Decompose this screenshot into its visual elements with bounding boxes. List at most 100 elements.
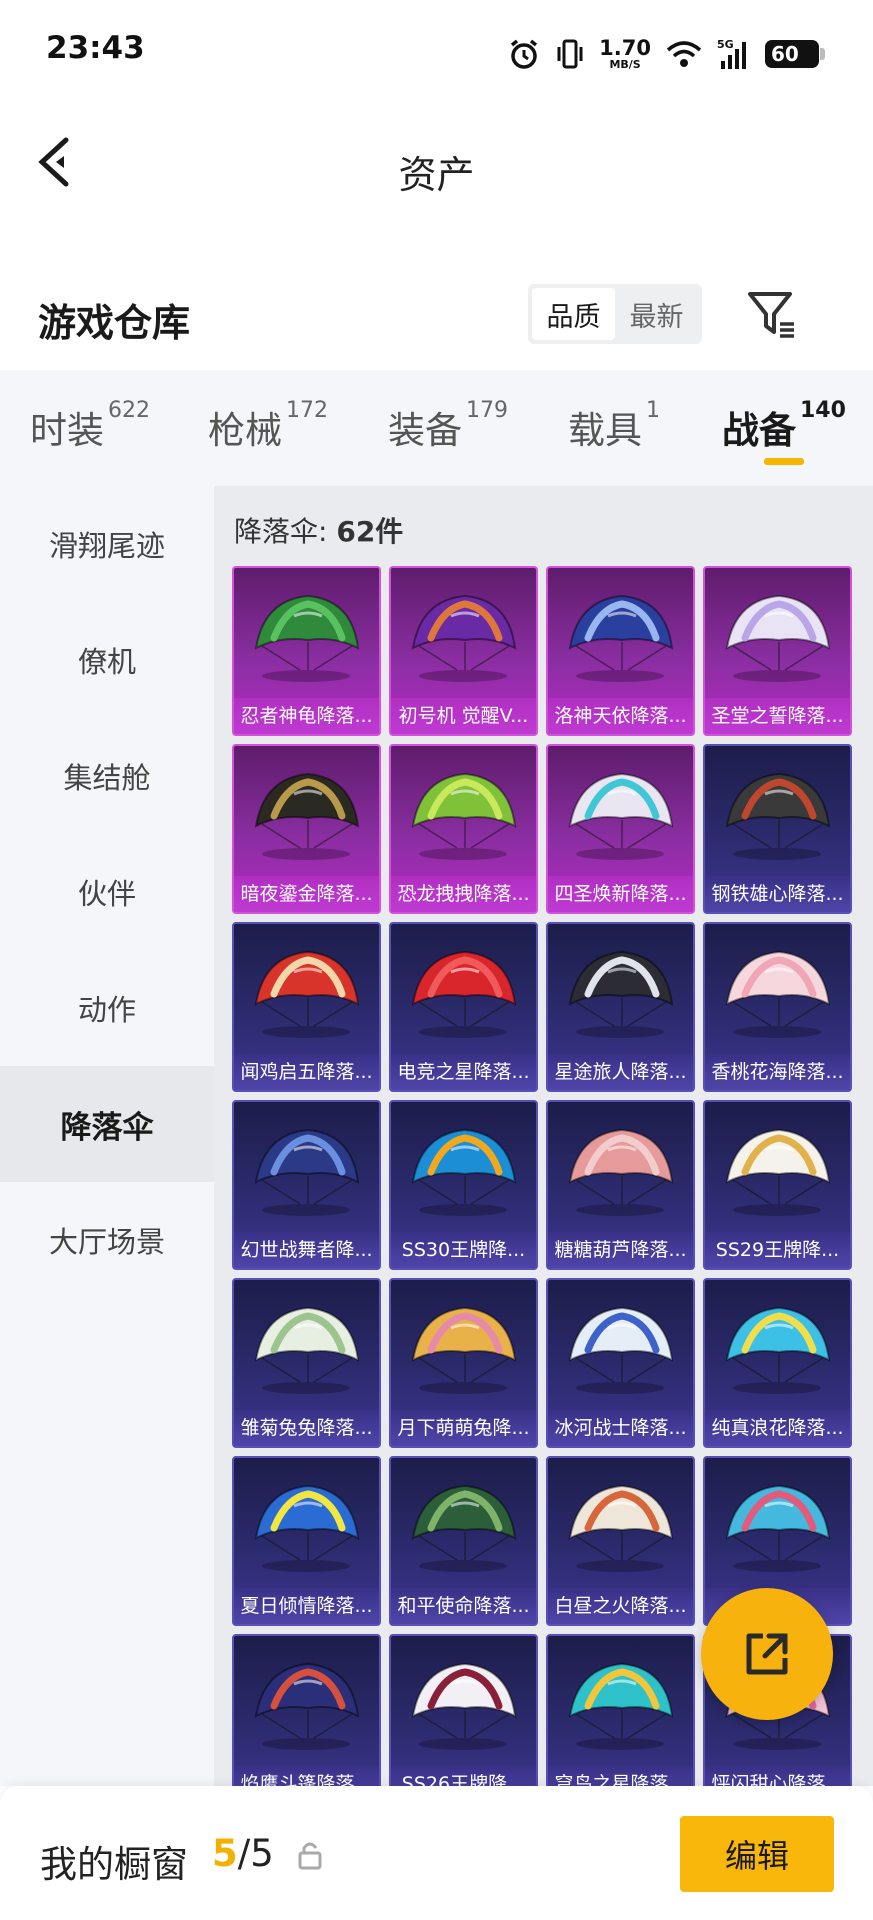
- parachute-name: 焰鹰斗篷降落...: [240, 1773, 373, 1786]
- net-speed: 1.70 MB/S: [599, 36, 651, 71]
- parachute-icon: [568, 950, 674, 1038]
- alarm-icon: [507, 37, 541, 71]
- tab-fashion[interactable]: 时装 622: [30, 398, 150, 454]
- status-bar: 23:43 1.70 MB/S 5G 60: [0, 0, 873, 104]
- parachute-name: 和平使命降落...: [397, 1595, 530, 1617]
- sort-option-latest[interactable]: 最新: [615, 288, 698, 340]
- warehouse-title: 游戏仓库: [38, 301, 191, 345]
- sidebar-item-emote[interactable]: 动作: [0, 950, 214, 1066]
- parachute-name: 纯真浪花降落...: [711, 1417, 844, 1439]
- filter-button[interactable]: [744, 286, 800, 342]
- parachute-icon: [725, 950, 831, 1038]
- parachute-name: SS26王牌降...: [401, 1773, 526, 1786]
- parachute-icon: [254, 1306, 360, 1394]
- parachute-card[interactable]: 和平使命降落...: [389, 1456, 538, 1626]
- parachute-card[interactable]: 幻世战舞者降...: [232, 1100, 381, 1270]
- item-count: 降落伞: 62件: [234, 510, 403, 550]
- parachute-card[interactable]: 夏日倾情降落...: [232, 1456, 381, 1626]
- sidebar-item-companion[interactable]: 伙伴: [0, 834, 214, 950]
- item-count-value: 62件: [336, 515, 404, 548]
- parachute-card[interactable]: 糖糖葫芦降落...: [546, 1100, 695, 1270]
- parachute-card[interactable]: SS29王牌降...: [703, 1100, 852, 1270]
- parachute-card[interactable]: SS30王牌降...: [389, 1100, 538, 1270]
- network-type-text: 5G: [717, 38, 734, 51]
- share-button[interactable]: [701, 1588, 833, 1720]
- parachute-name: 冰河战士降落...: [554, 1417, 687, 1439]
- parachute-icon: [254, 772, 360, 860]
- page-title: 资产: [398, 153, 475, 197]
- parachute-icon: [411, 950, 517, 1038]
- parachute-name: 幻世战舞者降...: [240, 1239, 373, 1261]
- parachute-icon: [568, 1128, 674, 1216]
- parachute-card[interactable]: 焰鹰斗篷降落...: [232, 1634, 381, 1786]
- net-speed-value: 1.70: [599, 36, 651, 60]
- parachute-card[interactable]: 恐龙拽拽降落...: [389, 744, 538, 914]
- parachute-card[interactable]: 钢铁雄心降落...: [703, 744, 852, 914]
- parachute-card[interactable]: 洛神天依降落...: [546, 566, 695, 736]
- tab-weapons[interactable]: 枪械 172: [208, 398, 328, 454]
- tab-count: 140: [800, 398, 846, 423]
- parachute-card[interactable]: 穹鸟之星降落...: [546, 1634, 695, 1786]
- parachute-name: 钢铁雄心降落...: [711, 883, 844, 905]
- category-tabs: 时装 622 枪械 172 装备 179 载具 1 战备 140: [0, 370, 873, 486]
- parachute-icon: [568, 772, 674, 860]
- parachute-card[interactable]: 香桃花海降落...: [703, 922, 852, 1092]
- showcase-label: 我的橱窗: [40, 1843, 188, 1886]
- parachute-icon: [411, 1662, 517, 1750]
- showcase-bar: 我的橱窗 5/5 编辑: [0, 1786, 873, 1920]
- parachute-card[interactable]: 忍者神龟降落...: [232, 566, 381, 736]
- parachute-name: 星途旅人降落...: [554, 1061, 687, 1083]
- tab-equipment[interactable]: 装备 179: [388, 398, 508, 454]
- parachute-icon: [725, 1306, 831, 1394]
- parachute-card[interactable]: 暗夜鎏金降落...: [232, 744, 381, 914]
- parachute-card[interactable]: 圣堂之誓降落...: [703, 566, 852, 736]
- parachute-icon: [568, 1484, 674, 1572]
- parachute-icon: [725, 1128, 831, 1216]
- sidebar-item-wingman[interactable]: 僚机: [0, 602, 214, 718]
- warehouse-row: 游戏仓库 品质 最新: [0, 268, 873, 368]
- tab-count: 1: [646, 398, 660, 423]
- parachute-name: 香桃花海降落...: [711, 1061, 844, 1083]
- tab-vehicles[interactable]: 载具 1: [568, 398, 660, 454]
- parachute-name: 电竞之星降落...: [397, 1061, 530, 1083]
- parachute-card[interactable]: 白昼之火降落...: [546, 1456, 695, 1626]
- tab-count: 622: [108, 398, 150, 423]
- sidebar-item-glide-trail[interactable]: 滑翔尾迹: [0, 486, 214, 602]
- parachute-icon: [725, 1484, 831, 1572]
- wifi-icon: [665, 39, 703, 69]
- parachute-card[interactable]: 闻鸡启五降落...: [232, 922, 381, 1092]
- parachute-card[interactable]: 四圣焕新降落...: [546, 744, 695, 914]
- parachute-name: 糖糖葫芦降落...: [554, 1239, 687, 1261]
- parachute-card[interactable]: 电竞之星降落...: [389, 922, 538, 1092]
- parachute-card[interactable]: 初号机 觉醒V...: [389, 566, 538, 736]
- sidebar-item-rally-pod[interactable]: 集结舱: [0, 718, 214, 834]
- tab-label: 战备: [722, 409, 796, 452]
- parachute-name: 圣堂之誓降落...: [711, 705, 844, 727]
- sidebar-item-parachute[interactable]: 降落伞: [0, 1066, 214, 1182]
- parachute-name: 初号机 觉醒V...: [398, 705, 529, 727]
- parachute-card[interactable]: 星途旅人降落...: [546, 922, 695, 1092]
- battery-level: 60: [771, 42, 799, 66]
- parachute-name: 闻鸡启五降落...: [240, 1061, 373, 1083]
- edit-button[interactable]: 编辑: [680, 1816, 834, 1892]
- tab-count: 172: [286, 398, 328, 423]
- parachute-icon: [411, 594, 517, 682]
- parachute-icon: [411, 772, 517, 860]
- tab-label: 载具: [568, 409, 642, 452]
- tab-combat-gear[interactable]: 战备 140: [722, 398, 846, 454]
- sort-option-quality[interactable]: 品质: [532, 288, 615, 340]
- parachute-card[interactable]: SS26王牌降...: [389, 1634, 538, 1786]
- parachute-card[interactable]: 雏菊兔兔降落...: [232, 1278, 381, 1448]
- parachute-card[interactable]: 冰河战士降落...: [546, 1278, 695, 1448]
- battery-icon: 60: [765, 40, 825, 68]
- parachute-card[interactable]: 纯真浪花降落...: [703, 1278, 852, 1448]
- item-count-label: 降落伞:: [234, 515, 337, 548]
- parachute-name: 月下萌萌兔降...: [397, 1417, 530, 1439]
- parachute-name: 暗夜鎏金降落...: [240, 883, 373, 905]
- parachute-icon: [254, 1662, 360, 1750]
- parachute-card[interactable]: 月下萌萌兔降...: [389, 1278, 538, 1448]
- tab-label: 装备: [388, 409, 462, 452]
- parachute-icon: [725, 772, 831, 860]
- sidebar-item-lobby-scene[interactable]: 大厅场景: [0, 1182, 214, 1298]
- signal-icon: 5G: [717, 37, 751, 71]
